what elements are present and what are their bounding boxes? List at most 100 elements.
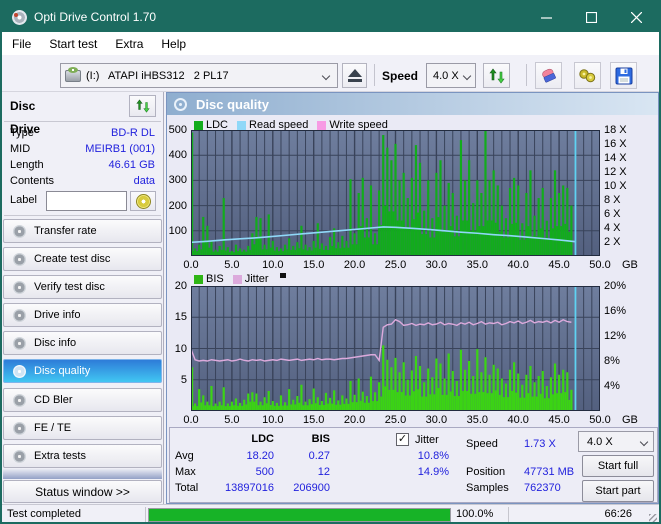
x-axis-tick: 45.0	[548, 414, 570, 426]
y-axis-tick-right: 16 X	[604, 138, 627, 150]
sidebar-item-drive-info[interactable]: Drive info	[3, 303, 162, 327]
x-axis-tick: 30.0	[425, 414, 448, 426]
resize-grip[interactable]	[649, 514, 657, 522]
speed-label: Speed	[382, 69, 419, 83]
disc-icon	[13, 224, 26, 238]
disc-icon	[13, 336, 26, 350]
disc-icon	[13, 421, 26, 435]
bottom-chart-legend: BIS Jitter	[194, 272, 286, 285]
samples-stat-value: 762370	[524, 482, 561, 494]
marker-legend-swatch	[279, 272, 286, 278]
start-part-button[interactable]: Start part	[582, 480, 654, 502]
save-button[interactable]	[610, 62, 637, 89]
sidebar-item-transfer-rate[interactable]: Transfer rate	[3, 219, 162, 243]
y-axis-tick-left: 10	[174, 342, 187, 355]
avg-jitter-value: 10.8%	[417, 450, 449, 462]
chevron-down-icon	[639, 437, 649, 446]
refresh-arrows-icon	[488, 68, 505, 83]
sidebar-item-label: Transfer rate	[34, 225, 97, 237]
y-axis-tick-left: 15	[174, 311, 187, 324]
sidebar-item-verify-test-disc[interactable]: Verify test disc	[3, 275, 162, 299]
disc-mid-label: MID	[10, 143, 31, 155]
divider	[4, 215, 161, 216]
status-window-button[interactable]: Status window >>	[3, 480, 162, 503]
x-axis-tick: 5.0	[224, 414, 240, 426]
avg-row-label: Avg	[175, 450, 194, 462]
divider	[4, 121, 161, 122]
app-window: Opti Drive Control 1.70 File Start test …	[0, 0, 661, 524]
y-axis-tick-left: 5	[180, 373, 187, 386]
disc-type-label: Type	[10, 127, 34, 139]
toolbar-separator	[374, 64, 375, 86]
sidebar-item-create-test-disc[interactable]: Create test disc	[3, 247, 162, 271]
test-speed-select[interactable]: 4.0 X	[578, 431, 654, 452]
bis-jitter-chart	[191, 286, 600, 411]
label-input[interactable]	[46, 191, 127, 211]
refresh-arrows-icon	[135, 99, 150, 113]
app-icon	[12, 10, 27, 25]
write-label-button[interactable]	[130, 191, 156, 211]
disc-length-value: 46.61 GB	[108, 159, 155, 171]
speed-select-value: 4.0 X	[433, 69, 459, 82]
drive-select[interactable]: (I:) ATAPI iHBS312 2 PL17	[60, 63, 338, 88]
ldc-column-header: LDC	[251, 433, 274, 445]
window-title: Opti Drive Control 1.70	[34, 10, 157, 24]
jitter-checkbox[interactable]: ✓	[396, 433, 409, 446]
menu-help[interactable]: Help	[152, 37, 195, 51]
disc-contents-label: Contents	[10, 175, 55, 187]
disc-contents-value[interactable]: data	[60, 175, 155, 187]
y-axis-tick-left: 500	[168, 124, 187, 136]
sidebar-item-fe-te[interactable]: FE / TE	[3, 416, 162, 440]
search-drives-button[interactable]	[574, 62, 601, 89]
max-bis-value: 12	[317, 466, 330, 478]
menu-file[interactable]: File	[3, 37, 40, 51]
x-axis-tick: 50.0	[589, 259, 611, 271]
y-axis-tick-right: 16%	[604, 305, 627, 317]
start-full-button[interactable]: Start full	[582, 455, 654, 477]
total-bis-value: 206900	[293, 482, 330, 494]
refresh-button[interactable]	[483, 63, 510, 88]
bis-column-header: BIS	[311, 433, 330, 445]
elapsed-time: 66:26	[604, 508, 632, 520]
sidebar-item-label: Disc info	[34, 337, 77, 349]
status-bar: Test completed 100.0% 66:26	[2, 504, 659, 522]
disc-icon	[13, 364, 26, 378]
close-button[interactable]	[614, 2, 659, 32]
x-axis-tick: 10.0	[262, 414, 284, 426]
test-speed-select-value: 4.0 X	[587, 435, 613, 448]
panel-title: Disc quality	[196, 96, 269, 112]
sidebar-item-label: Extra tests	[34, 450, 86, 462]
jitter-checkbox-label[interactable]: Jitter	[415, 434, 439, 446]
avg-ldc-value: 18.20	[246, 450, 274, 462]
y-axis-tick-right: 2 X	[604, 236, 621, 248]
statusbar-divider	[145, 507, 146, 522]
y-axis-tick-right: 20%	[604, 280, 627, 292]
disc-mid-value: MEIRB1 (001)	[85, 143, 155, 155]
sidebar-item-disc-info[interactable]: Disc info	[3, 331, 162, 355]
sidebar-item-cd-bler[interactable]: CD Bler	[3, 388, 162, 412]
speed-stat-label: Speed	[466, 438, 498, 450]
erase-disc-button[interactable]	[535, 62, 562, 89]
menu-start-test[interactable]: Start test	[40, 37, 106, 51]
maximize-button[interactable]	[569, 2, 614, 32]
x-axis-tick: 10.0	[262, 259, 284, 271]
speed-select[interactable]: 4.0 X	[426, 63, 476, 88]
sidebar-item-label: Disc quality	[34, 365, 91, 377]
rescan-disc-button[interactable]	[129, 95, 156, 117]
y-axis-tick-right: 8 X	[604, 194, 621, 206]
stats-panel: LDC BIS ✓ Jitter Avg 18.20 0.27 10.8% Ma…	[169, 427, 658, 503]
disc-icon	[13, 449, 26, 463]
progress-fill	[149, 509, 450, 521]
status-window-label: Status window >>	[35, 484, 130, 499]
y-axis-tick-right: 10 X	[604, 180, 627, 192]
x-axis-tick: 0.0	[183, 259, 199, 271]
sidebar-item-disc-quality[interactable]: Disc quality	[3, 359, 162, 383]
binoculars-icon	[579, 69, 596, 83]
eject-button[interactable]	[342, 63, 367, 88]
total-ldc-value: 13897016	[225, 482, 274, 494]
x-axis-tick: 15.0	[302, 414, 325, 426]
sidebar-item-extra-tests[interactable]: Extra tests	[3, 444, 162, 468]
y-axis-tick-right: 12%	[604, 330, 627, 342]
menu-extra[interactable]: Extra	[106, 37, 152, 51]
minimize-button[interactable]	[524, 2, 569, 32]
